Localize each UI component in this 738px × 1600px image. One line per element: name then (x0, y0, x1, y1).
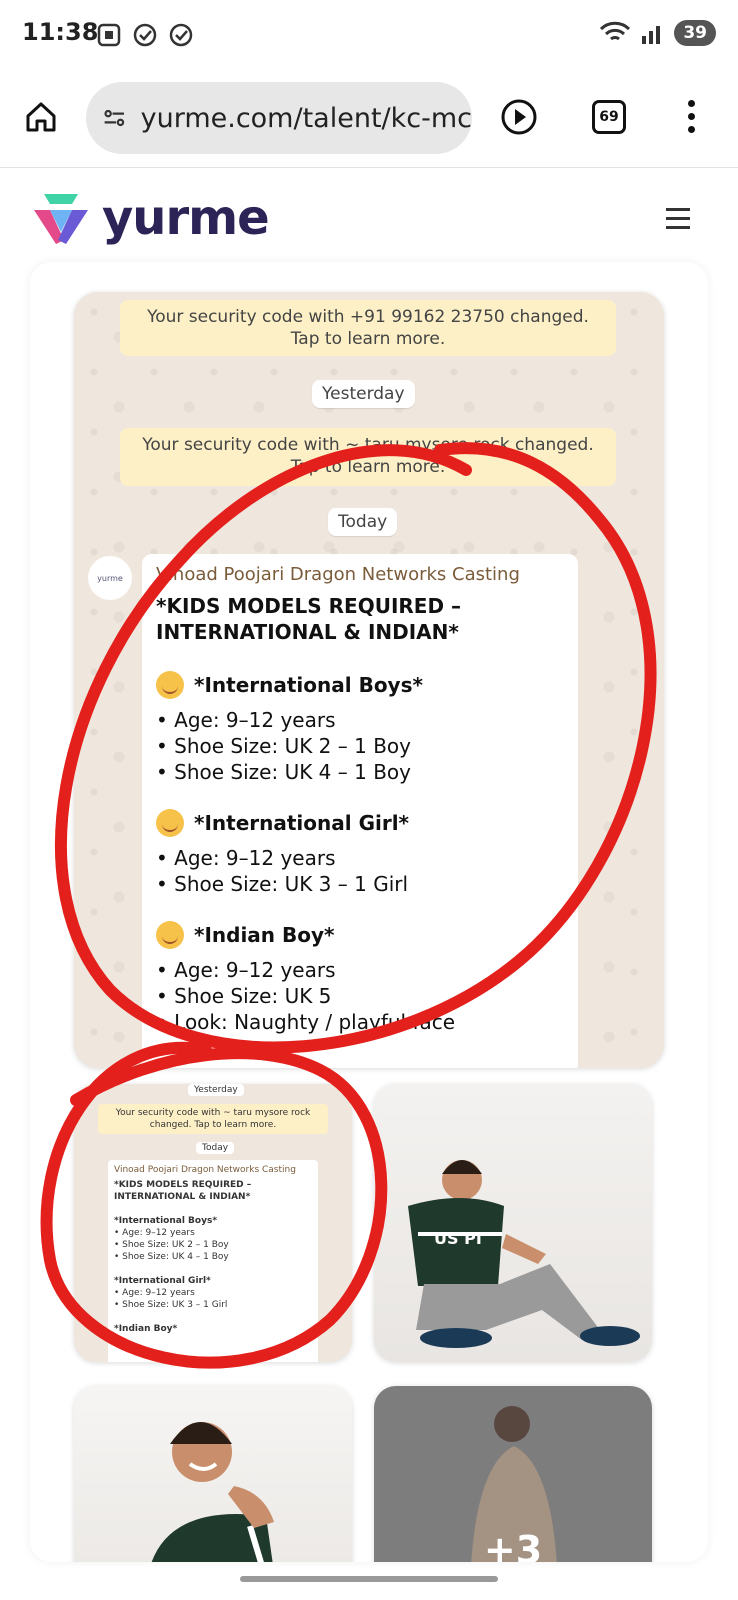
date-chip: Yesterday (312, 380, 415, 408)
boy-emoji-icon (156, 671, 184, 699)
gesture-navigation-bar[interactable] (240, 1576, 498, 1582)
avatar: yurme (88, 556, 132, 600)
main-image[interactable]: Your security code with +91 99162 23750 … (74, 292, 664, 1068)
url-text: yurme.com/talent/kc-mc (140, 102, 472, 134)
yurme-logo-icon (34, 194, 88, 244)
media-gallery: Your security code with +91 99162 23750 … (30, 262, 708, 1562)
section-heading: *Indian Boy* (194, 923, 335, 947)
gallery-thumbnail[interactable] (74, 1386, 352, 1562)
message-line: • Shoe Size: UK 4 – 1 Boy (156, 760, 411, 784)
child-model-photo (151, 1422, 274, 1562)
section-heading: *International Girl* (194, 811, 410, 835)
sender-name: Vinoad Poojari Dragon Networks Casting (156, 564, 520, 585)
security-notice: Your security code with ~ taru mysore ro… (120, 428, 616, 486)
mini-chat-bubble: Vinoad Poojari Dragon Networks Casting *… (108, 1160, 318, 1362)
wifi-icon (600, 21, 631, 41)
message-line: • Age: 9–12 years (156, 708, 336, 732)
message-line: • Shoe Size: UK 5 (156, 984, 332, 1008)
tab-switcher-button[interactable]: 69 (592, 100, 626, 134)
check-circle-icon (169, 23, 193, 47)
gallery-thumbnail[interactable]: US PI (374, 1084, 652, 1362)
screenshot-icon (97, 23, 121, 47)
notification-icons (96, 22, 194, 48)
more-photos-count: +3 (483, 1528, 543, 1562)
status-bar: 11:38 39 (0, 0, 738, 72)
site-logo[interactable]: yurme (30, 190, 270, 246)
message-line: • Look: Naughty / playful face (156, 1010, 456, 1034)
message-line: • Age: 9–12 years (156, 958, 336, 982)
message-line: • Shoe Size: UK 3 – 1 Girl (156, 872, 409, 896)
more-menu-icon[interactable] (688, 100, 695, 133)
message-line: • Shoe Size: UK 2 – 1 Boy (156, 734, 411, 758)
status-time: 11:38 (22, 18, 99, 46)
browser-toolbar: yurme.com/talent/kc-mc 69 (0, 72, 738, 168)
security-notice: Your security code with +91 99162 23750 … (120, 300, 616, 356)
address-bar[interactable]: yurme.com/talent/kc-mc (86, 82, 472, 154)
chat-message-bubble: Vinoad Poojari Dragon Networks Casting *… (142, 554, 578, 1068)
gallery-more-thumbnail[interactable]: +3 (374, 1386, 652, 1562)
signal-icon (642, 26, 661, 44)
shirt-print: US PI (434, 1229, 482, 1248)
boy-emoji-icon (156, 921, 184, 949)
hamburger-menu-icon[interactable] (666, 208, 690, 235)
date-chip: Today (328, 508, 398, 536)
home-icon[interactable] (24, 100, 58, 134)
site-settings-icon[interactable] (102, 104, 127, 132)
girl-emoji-icon (156, 809, 184, 837)
section-heading: *International Boys* (194, 673, 423, 697)
site-header: yurme (0, 168, 738, 264)
gallery-thumbnail[interactable]: Yesterday Your security code with ~ taru… (74, 1084, 352, 1362)
play-icon[interactable] (500, 98, 538, 136)
message-line: • Age: 9–12 years (156, 846, 336, 870)
battery-icon: 39 (674, 20, 716, 46)
check-circle-icon (133, 23, 157, 47)
brand-name: yurme (102, 190, 270, 246)
message-title: *KIDS MODELS REQUIRED – INTERNATIONAL & … (156, 594, 462, 644)
child-model-photo: US PI (408, 1160, 640, 1348)
